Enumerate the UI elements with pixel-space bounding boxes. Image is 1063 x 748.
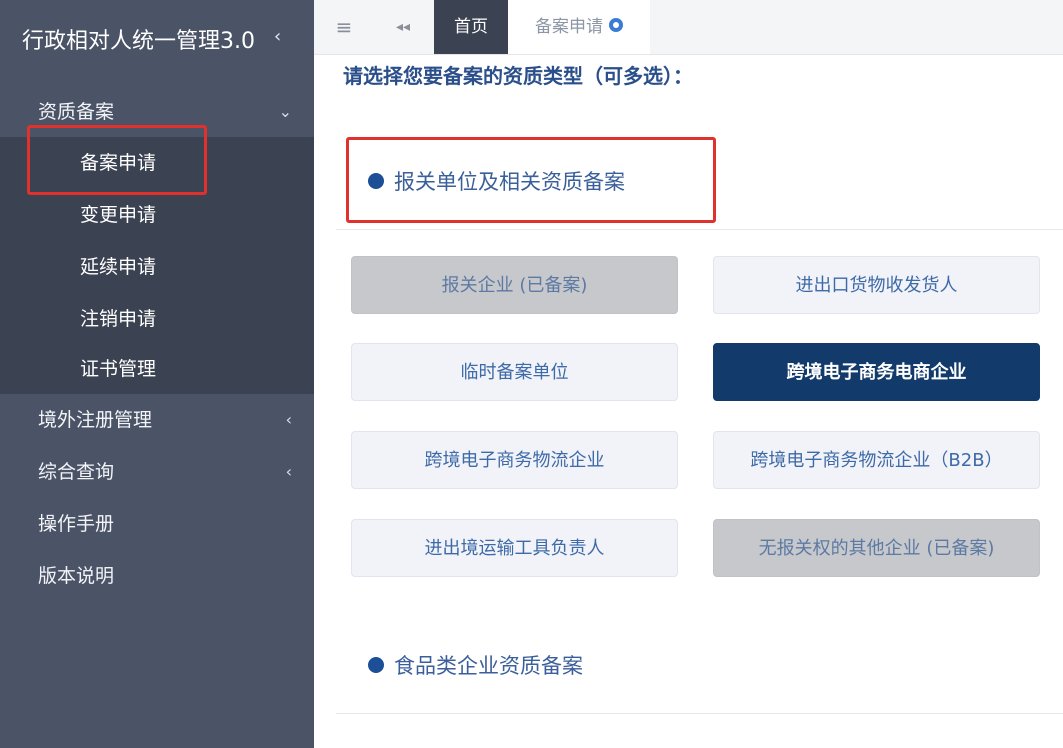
qual-button-cbec-logistics-b2b[interactable]: 跨境电子商务物流企业（B2B） [713,431,1040,489]
chevron-left-icon[interactable]: ‹ [274,26,281,47]
close-tab-icon[interactable] [609,18,623,32]
chevron-down-icon: ⌄ [278,102,292,121]
menu-item-overseas-registration[interactable]: 境外注册管理 ‹ [0,394,314,446]
submenu-item-change-application[interactable]: 变更申请 [0,189,314,241]
tab-bar: ≡ ◂◂ 首页 备案申请 [314,0,1063,55]
sidebar: 行政相对人统一管理3.0 ‹ 资质备案 ⌄ 备案申请 变更申请 延续申请 注销申… [0,0,314,748]
menu-item-operation-manual[interactable]: 操作手册 [0,498,314,550]
app-title: 行政相对人统一管理3.0 [22,29,255,54]
highlight-box-customs-section [346,137,716,223]
qual-button-transport-operator[interactable]: 进出境运输工具负责人 [351,519,678,577]
menu-item-label: 版本说明 [38,565,115,587]
submenu-item-renewal-application[interactable]: 延续申请 [0,241,314,293]
scroll-left-icon[interactable]: ◂◂ [378,0,428,54]
menu-item-version-notes[interactable]: 版本说明 [0,550,314,602]
submenu-item-cancellation-application[interactable]: 注销申请 [0,293,314,345]
tab-home[interactable]: 首页 [434,0,508,54]
bullet-icon [368,657,384,673]
submenu-item-label: 延续申请 [80,256,157,278]
chevron-left-icon: ‹ [285,462,292,481]
qual-button-cbec-ecommerce[interactable]: 跨境电子商务电商企业 [713,343,1040,401]
qual-button-cbec-logistics[interactable]: 跨境电子商务物流企业 [351,431,678,489]
page-prompt: 请选择您要备案的资质类型（可多选）： [343,64,693,88]
chevron-left-icon: ‹ [285,410,292,429]
menu-item-label: 操作手册 [38,513,115,535]
menu-item-label: 资质备案 [38,101,115,123]
submenu-item-label: 变更申请 [80,204,157,226]
submenu-item-label: 注销申请 [80,308,157,330]
qual-button-temporary-unit[interactable]: 临时备案单位 [351,343,678,401]
section-title-food: 食品类企业资质备案 [368,650,583,680]
qual-button-customs-broker[interactable]: 报关企业 (已备案) [351,256,678,314]
submenu-item-label: 证书管理 [80,358,157,380]
section-title-text: 食品类企业资质备案 [394,654,583,678]
highlight-box-filing-application [27,125,207,195]
divider [336,713,1063,714]
submenu-item-certificate-management[interactable]: 证书管理 [0,343,314,395]
tab-label: 备案申请 [535,17,603,37]
menu-item-label: 综合查询 [38,461,115,483]
qual-button-other-enterprise[interactable]: 无报关权的其他企业 (已备案) [713,519,1040,577]
divider [336,229,1063,230]
menu-toggle-icon[interactable]: ≡ [324,0,364,54]
tab-filing-application[interactable]: 备案申请 [508,0,650,54]
qual-button-import-export-consignor[interactable]: 进出口货物收发货人 [713,256,1040,314]
menu-item-label: 境外注册管理 [38,409,153,431]
menu-item-comprehensive-query[interactable]: 综合查询 ‹ [0,446,314,498]
tab-label: 首页 [454,17,488,37]
